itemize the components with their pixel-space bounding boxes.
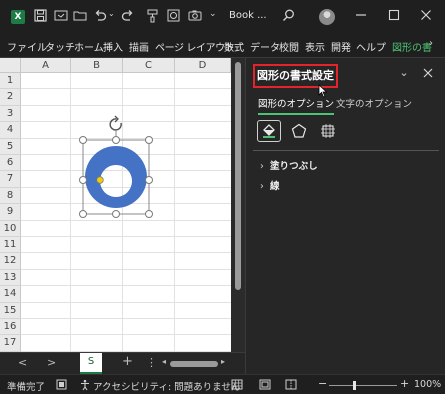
effects-icon[interactable] bbox=[287, 120, 311, 142]
title-bar: X ⌄ ⌄ Book ... bbox=[0, 0, 445, 34]
camera-icon[interactable] bbox=[188, 9, 202, 22]
accessibility-status[interactable]: アクセシビリティ: 問題ありません bbox=[93, 379, 240, 393]
autosave-icon[interactable] bbox=[54, 9, 68, 22]
pane-options-chevron-icon[interactable]: ⌄ bbox=[397, 66, 411, 80]
search-icon[interactable] bbox=[282, 9, 295, 22]
zoom-slider[interactable] bbox=[329, 385, 397, 386]
pane-divider bbox=[253, 150, 439, 151]
tab-touch[interactable]: タッチ bbox=[45, 39, 75, 54]
zoom-level[interactable]: 100% bbox=[414, 379, 441, 390]
ribbon-tabs: ファイル タッチ ホーム 挿入 描画 ページ レイアウト 数式 データ 校閲 表… bbox=[0, 34, 445, 58]
page-layout-view-icon[interactable] bbox=[259, 379, 271, 393]
size-properties-icon[interactable] bbox=[316, 120, 340, 142]
maximize-icon[interactable] bbox=[388, 9, 400, 21]
more-icon[interactable]: ⌄ bbox=[209, 9, 217, 19]
format-painter-icon[interactable] bbox=[146, 9, 159, 23]
horizontal-scroll-thumb[interactable] bbox=[170, 361, 218, 367]
chevron-right-icon: › bbox=[260, 181, 264, 192]
tab-shape-options[interactable]: 図形のオプション bbox=[258, 96, 335, 115]
ribbon-scroll-right-icon[interactable]: › bbox=[429, 38, 441, 54]
tab-draw[interactable]: 描画 bbox=[129, 39, 149, 54]
tab-help[interactable]: ヘルプ bbox=[356, 39, 386, 54]
tab-formulas[interactable]: 数式 bbox=[224, 39, 244, 54]
vertical-scrollbar[interactable] bbox=[231, 58, 245, 352]
redo-icon[interactable] bbox=[121, 9, 135, 22]
tab-file[interactable]: ファイル bbox=[7, 39, 47, 54]
scroll-left-icon[interactable]: ◂ bbox=[162, 357, 166, 366]
tab-text-options[interactable]: 文字のオプション bbox=[336, 96, 412, 110]
line-section[interactable]: › 線 bbox=[260, 178, 280, 192]
accessibility-icon[interactable] bbox=[79, 379, 91, 394]
vertical-scroll-thumb[interactable] bbox=[235, 62, 241, 290]
shape-layer bbox=[79, 115, 153, 218]
undo-dropdown-icon[interactable]: ⌄ bbox=[108, 9, 115, 18]
book-title: Book ... bbox=[229, 10, 267, 21]
avatar[interactable] bbox=[319, 9, 335, 25]
rotate-icon[interactable] bbox=[109, 115, 122, 131]
zoom-in-button[interactable]: + bbox=[400, 377, 409, 390]
donut-shape[interactable] bbox=[84, 146, 147, 209]
tab-shape-format[interactable]: 図形の書 bbox=[392, 39, 432, 54]
line-section-label: 線 bbox=[270, 181, 280, 192]
normal-view-icon[interactable] bbox=[231, 379, 243, 393]
fill-line-icon[interactable] bbox=[257, 120, 281, 142]
save-icon[interactable] bbox=[34, 9, 47, 22]
fill-section-label: 塗りつぶし bbox=[270, 161, 318, 172]
tab-data[interactable]: データ bbox=[250, 39, 280, 54]
worksheet-grid[interactable]: A B C D 1 2 3 4 5 6 7 8 9 10 11 12 13 14 15 16 17 bbox=[0, 58, 231, 352]
chevron-right-icon: › bbox=[260, 161, 264, 172]
sheet-tab[interactable]: S bbox=[80, 353, 102, 374]
adjust-handle[interactable] bbox=[96, 176, 104, 184]
tab-view[interactable]: 表示 bbox=[305, 39, 325, 54]
close-icon[interactable] bbox=[420, 9, 432, 21]
sheet-prev-button[interactable]: < bbox=[18, 356, 27, 369]
add-sheet-button[interactable]: + bbox=[122, 354, 133, 369]
minimize-icon[interactable] bbox=[355, 9, 367, 21]
shape-insert-icon[interactable] bbox=[167, 9, 180, 22]
tab-developer[interactable]: 開発 bbox=[331, 39, 351, 54]
status-ready: 準備完了 bbox=[7, 382, 46, 393]
format-shape-pane: 図形の書式設定 ⌄ 図形のオプション 文字のオプション › 塗りつぶし › 線 bbox=[245, 58, 445, 374]
tab-page-layout[interactable]: ページ レイアウト bbox=[155, 39, 235, 54]
zoom-slider-thumb[interactable] bbox=[353, 381, 356, 390]
zoom-out-button[interactable]: − bbox=[318, 377, 327, 390]
horizontal-scrollbar[interactable]: ◂ ▸ bbox=[162, 357, 228, 368]
open-icon[interactable] bbox=[73, 9, 87, 22]
tab-insert[interactable]: 挿入 bbox=[103, 39, 123, 54]
undo-icon[interactable] bbox=[93, 9, 107, 22]
tab-home[interactable]: ホーム bbox=[74, 39, 104, 54]
excel-icon: X bbox=[11, 10, 25, 24]
fill-section[interactable]: › 塗りつぶし bbox=[260, 158, 318, 172]
macro-record-icon[interactable] bbox=[56, 379, 67, 393]
sheet-more-button[interactable]: ⋮ bbox=[146, 356, 157, 369]
tab-review[interactable]: 校閲 bbox=[279, 39, 299, 54]
pane-close-icon[interactable] bbox=[421, 66, 435, 80]
page-break-view-icon[interactable] bbox=[285, 379, 297, 393]
sheet-tab-bar: < > S + ⋮ ◂ ▸ bbox=[0, 352, 245, 374]
scroll-right-icon[interactable]: ▸ bbox=[221, 357, 225, 366]
status-bar: 準備完了 アクセシビリティ: 問題ありません − + 100% bbox=[0, 374, 445, 394]
sheet-next-button[interactable]: > bbox=[47, 356, 56, 369]
